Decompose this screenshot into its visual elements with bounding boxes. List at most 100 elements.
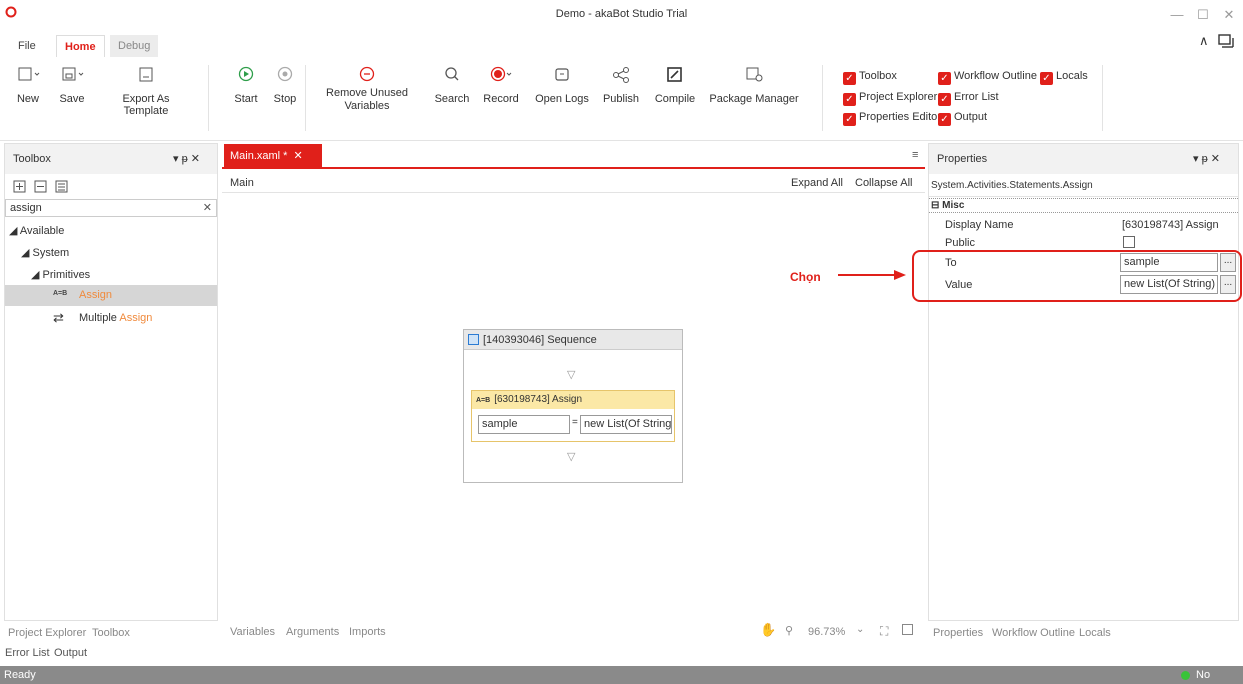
zoom-icon[interactable]: ⚲ bbox=[785, 624, 793, 637]
package-manager-label: Package Manager bbox=[709, 93, 799, 105]
overview-icon[interactable] bbox=[902, 624, 913, 635]
compile-icon bbox=[667, 67, 682, 82]
tab-debug[interactable]: Debug bbox=[110, 35, 159, 57]
tree-node-available[interactable]: ◢ Available bbox=[9, 224, 64, 237]
record-icon bbox=[490, 66, 512, 82]
ribbon-separator bbox=[822, 65, 823, 131]
export-template-button[interactable]: Export As Template bbox=[100, 65, 192, 117]
toolbox-item-multiple-assign[interactable]: ⇄ Multiple Assign bbox=[5, 308, 217, 329]
save-button[interactable]: Save bbox=[58, 65, 86, 105]
play-icon bbox=[238, 66, 254, 82]
tab-toolbox[interactable]: Toolbox bbox=[92, 627, 130, 639]
maximize-button[interactable]: ☐ bbox=[1193, 6, 1213, 24]
sequence-header: [140393046] Sequence bbox=[464, 330, 682, 350]
search-button[interactable]: Search bbox=[434, 65, 470, 105]
title-bar: Demo - akaBot Studio Trial — ☐ ✕ bbox=[0, 0, 1243, 30]
remove-unused-variables-button[interactable]: Remove Unused Variables bbox=[312, 65, 422, 113]
tab-imports[interactable]: Imports bbox=[349, 626, 386, 638]
toolbox-checkbox[interactable]: ✓ Toolbox bbox=[843, 69, 897, 87]
locals-checkbox[interactable]: ✓ Locals bbox=[1040, 69, 1088, 87]
toolbox-item-assign[interactable]: A=B Assign bbox=[5, 285, 217, 306]
assign-to-input[interactable]: sample bbox=[478, 415, 570, 434]
document-tabs bbox=[222, 143, 925, 169]
toolbox-panel: Toolbox ▾ ᵽ ✕ assign ✕ ◢ Available ◢ Sys… bbox=[4, 143, 218, 621]
tab-file[interactable]: File bbox=[10, 35, 44, 57]
tab-output[interactable]: Output bbox=[54, 647, 87, 659]
error-status[interactable]: No Errors bbox=[1196, 666, 1243, 684]
status-ok-icon bbox=[1181, 671, 1190, 680]
tree-node-system[interactable]: ◢ System bbox=[21, 246, 69, 259]
tab-project-explorer[interactable]: Project Explorer bbox=[8, 627, 86, 639]
assign-icon: A=B bbox=[53, 290, 68, 297]
record-button[interactable]: Record bbox=[481, 65, 521, 105]
properties-header: Properties ▾ ᵽ ✕ bbox=[929, 144, 1238, 174]
checkmark-icon: ✓ bbox=[1040, 72, 1053, 85]
error-list-checkbox[interactable]: ✓ Error List bbox=[938, 90, 999, 108]
designer-header: Main Expand All Collapse All bbox=[222, 171, 925, 193]
workflow-outline-checkbox[interactable]: ✓ Workflow Outline bbox=[938, 69, 1037, 87]
collapse-ribbon-icon[interactable]: ∧ bbox=[1199, 33, 1209, 49]
fit-screen-icon[interactable]: ⛶ bbox=[880, 624, 888, 639]
multiple-assign-label: Multiple Assign bbox=[79, 312, 153, 324]
stop-button[interactable]: Stop bbox=[271, 65, 299, 105]
properties-title: Properties bbox=[937, 153, 988, 165]
panel-pin-icon[interactable]: ▾ ᵽ ✕ bbox=[1193, 144, 1220, 174]
tab-home[interactable]: Home bbox=[56, 35, 105, 57]
tab-main-xaml[interactable]: Main.xaml * ✕ bbox=[224, 144, 322, 169]
compile-button[interactable]: Compile bbox=[653, 65, 697, 105]
search-label: Search bbox=[434, 93, 470, 105]
tab-menu-icon[interactable]: ≡ bbox=[912, 149, 918, 161]
open-logs-icon bbox=[555, 68, 569, 81]
multiple-assign-icon: ⇄ bbox=[53, 310, 64, 325]
open-logs-button[interactable]: Open Logs bbox=[534, 65, 590, 105]
highlight-box bbox=[912, 250, 1242, 302]
assign-label: Assign bbox=[79, 289, 113, 301]
panel-pin-icon[interactable]: ▾ ᵽ ✕ bbox=[173, 144, 200, 174]
close-window-button[interactable]: ✕ bbox=[1219, 6, 1239, 24]
checkmark-icon: ✓ bbox=[843, 93, 856, 106]
compile-label: Compile bbox=[654, 93, 696, 105]
zoom-dropdown-icon[interactable]: ⌄ bbox=[856, 624, 864, 635]
assign-activity-header: A=B [630198743] Assign bbox=[472, 391, 674, 409]
collapse-all-link[interactable]: Collapse All bbox=[855, 177, 912, 189]
tab-locals[interactable]: Locals bbox=[1079, 627, 1111, 639]
toolbox-search-input[interactable]: assign ✕ bbox=[5, 199, 217, 217]
project-explorer-checkbox[interactable]: ✓ Project Explorer bbox=[843, 90, 937, 108]
assign-equals: = bbox=[572, 417, 578, 428]
start-button[interactable]: Start bbox=[232, 65, 260, 105]
tab-arguments[interactable]: Arguments bbox=[286, 626, 339, 638]
ribbon-separator bbox=[1102, 65, 1103, 131]
minimize-button[interactable]: — bbox=[1167, 6, 1187, 24]
layout-icon[interactable] bbox=[1218, 34, 1234, 48]
checkmark-icon: ✓ bbox=[843, 113, 856, 126]
tab-properties[interactable]: Properties bbox=[933, 627, 983, 639]
save-label: Save bbox=[59, 93, 85, 105]
properties-editor-checkbox[interactable]: ✓ Properties Editor bbox=[843, 110, 941, 128]
output-checkbox[interactable]: ✓ Output bbox=[938, 110, 987, 128]
checkmark-icon: ✓ bbox=[938, 72, 951, 85]
sequence-activity[interactable]: [140393046] Sequence ▽ A=B [630198743] As… bbox=[463, 329, 683, 483]
tab-variables[interactable]: Variables bbox=[230, 626, 275, 638]
assign-value-input[interactable]: new List(Of String) bbox=[580, 415, 672, 434]
new-button[interactable]: New bbox=[14, 65, 42, 105]
publish-label: Publish bbox=[602, 93, 640, 105]
zoom-level[interactable]: 96.73% bbox=[808, 626, 845, 638]
tab-error-list[interactable]: Error List bbox=[5, 647, 50, 659]
ribbon-separator bbox=[305, 65, 306, 131]
breadcrumb[interactable]: Main bbox=[230, 177, 254, 189]
open-logs-label: Open Logs bbox=[535, 93, 589, 105]
assign-activity[interactable]: A=B [630198743] Assign sample = new List(… bbox=[471, 390, 675, 442]
close-tab-icon[interactable]: ✕ bbox=[294, 150, 303, 162]
package-manager-button[interactable]: Package Manager bbox=[708, 65, 800, 105]
hand-tool-icon[interactable]: ✋ bbox=[760, 622, 776, 638]
public-checkbox[interactable] bbox=[1123, 236, 1135, 248]
stop-icon bbox=[277, 66, 293, 82]
toolbox-view-icons[interactable] bbox=[13, 180, 73, 194]
tree-node-primitives[interactable]: ◢ Primitives bbox=[31, 268, 90, 281]
tab-workflow-outline[interactable]: Workflow Outline bbox=[992, 627, 1075, 639]
ribbon-separator bbox=[208, 65, 209, 131]
publish-button[interactable]: Publish bbox=[601, 65, 641, 105]
expand-all-link[interactable]: Expand All bbox=[791, 177, 843, 189]
category-misc[interactable]: ⊟ Misc bbox=[929, 198, 1238, 213]
clear-search-icon[interactable]: ✕ bbox=[203, 200, 212, 216]
